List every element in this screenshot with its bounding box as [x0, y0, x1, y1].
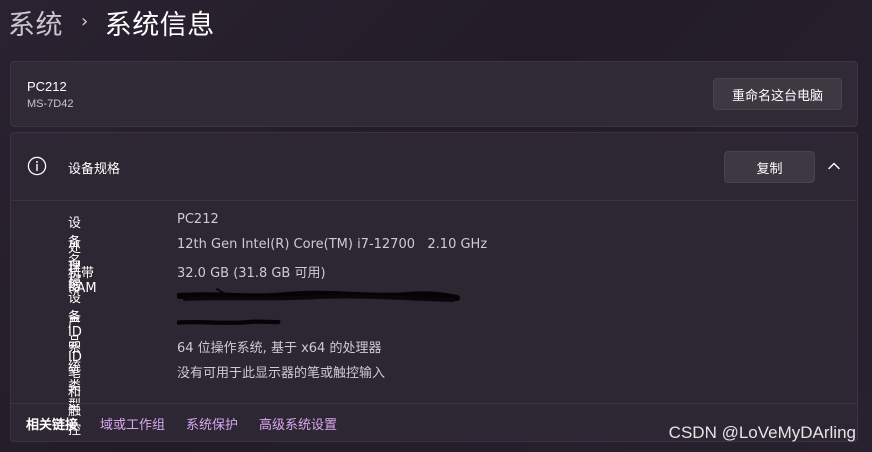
redaction-scribble [177, 288, 460, 302]
link-domain-workgroup[interactable]: 域或工作组 [100, 414, 165, 433]
device-specs-header[interactable]: 设备规格 复制 [11, 133, 857, 201]
link-advanced-system-settings[interactable]: 高级系统设置 [259, 414, 337, 433]
device-specs-card: 设备规格 复制 设备名称 PC212 处理器 12th Gen Intel(R)… [10, 132, 858, 442]
redaction-scribble [177, 319, 281, 325]
related-links-label: 相关链接 [26, 417, 79, 433]
info-icon [27, 156, 47, 176]
spec-value: 64 位操作系统, 基于 x64 的处理器 [177, 341, 382, 356]
device-specs-title: 设备规格 [68, 162, 121, 177]
spec-value: 12th Gen Intel(R) Core(TM) i7-12700 2.10… [177, 237, 488, 252]
link-system-protection[interactable]: 系统保护 [186, 414, 238, 433]
watermark: CSDN @LoVeMyDArling [668, 423, 856, 442]
spec-value: PC212 [177, 212, 219, 227]
rename-pc-button[interactable]: 重命名这台电脑 [713, 78, 842, 110]
page-title: 系统信息 [104, 9, 215, 41]
device-name: PC212 [27, 79, 67, 94]
copy-button[interactable]: 复制 [724, 151, 815, 183]
breadcrumb-parent-system[interactable]: 系统 [8, 3, 63, 42]
chevron-up-icon[interactable] [826, 158, 842, 174]
device-model: MS-7D42 [27, 98, 74, 110]
spec-value: 没有可用于此显示器的笔或触控输入 [177, 366, 386, 381]
breadcrumb-chevron-icon: › [81, 10, 89, 32]
breadcrumb: 系统 › 系统信息 [8, 2, 215, 42]
spec-value: 32.0 GB (31.8 GB 可用) [177, 266, 326, 281]
device-name-card: PC212 MS-7D42 重命名这台电脑 [10, 61, 858, 127]
